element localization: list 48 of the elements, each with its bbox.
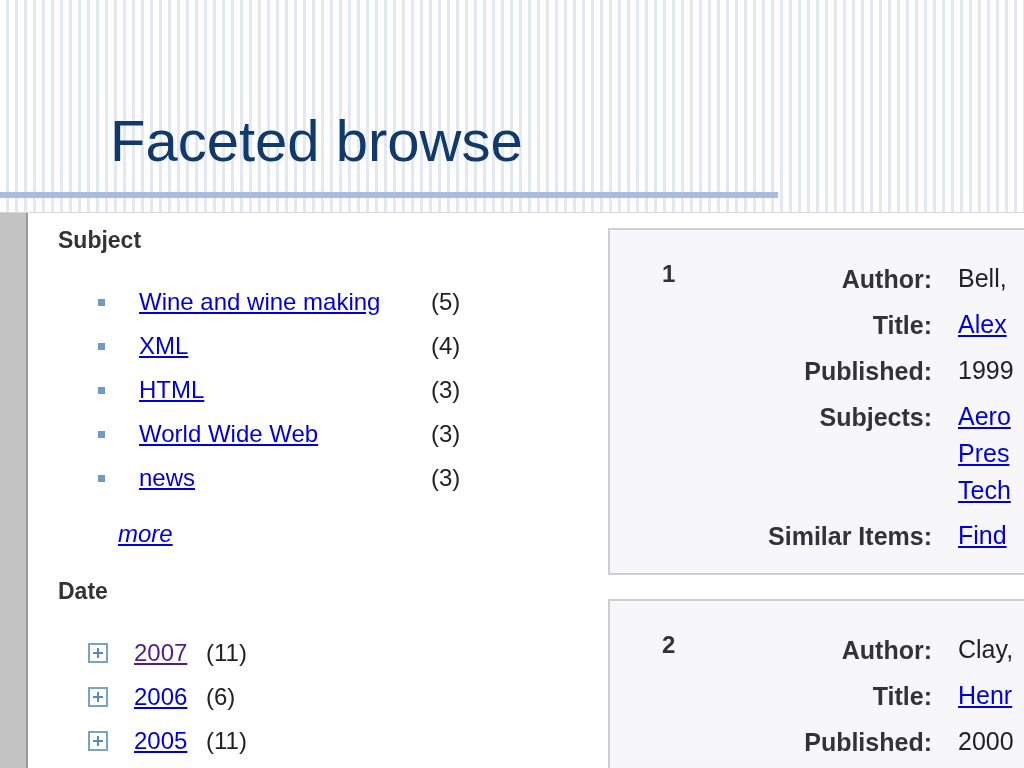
facet-count: (5) [431, 288, 461, 316]
bullet-icon [98, 342, 105, 350]
facet-link[interactable]: 2006 [134, 683, 188, 710]
result-number: 1 [662, 260, 677, 289]
facet-heading: Subject [58, 227, 143, 254]
facet-count: (11) [206, 727, 247, 755]
field-label: Author: [840, 635, 932, 666]
bullet-icon [98, 430, 105, 438]
bullet-icon [98, 474, 105, 482]
field-value: 2000 [958, 726, 1014, 757]
field-link[interactable]: Aero [958, 398, 1014, 435]
field-link[interactable]: Find [958, 517, 1014, 554]
field-link[interactable]: Tech [958, 472, 1014, 509]
expand-icon[interactable] [88, 643, 108, 663]
field-label: Title: [871, 681, 932, 712]
bullet-icon [98, 386, 105, 394]
field-label: Published: [803, 727, 932, 758]
facet-count: (3) [431, 376, 461, 404]
facet-link[interactable]: 2005 [134, 727, 188, 754]
field-value: Bell, [958, 263, 1008, 294]
facet-link[interactable]: World Wide Web [139, 420, 319, 447]
expand-icon[interactable] [88, 687, 108, 707]
facet-count: (3) [431, 464, 461, 492]
field-label: Author: [840, 264, 932, 295]
more-link[interactable]: more [118, 520, 173, 548]
facet-link[interactable]: Wine and wine making [139, 288, 381, 315]
facet-count: (11) [206, 639, 247, 667]
slide-title: Faceted browse [110, 108, 523, 174]
field-value: Clay, [958, 634, 1014, 665]
field-label: Published: [803, 356, 932, 387]
facet-link[interactable]: XML [139, 332, 189, 359]
field-label: Title: [871, 310, 932, 341]
facet-heading: Date [58, 578, 109, 605]
facet-count: (6) [206, 683, 236, 711]
facet-count: (4) [431, 332, 461, 360]
facet-link[interactable]: HTML [139, 376, 205, 403]
field-link[interactable]: Alex [958, 306, 1014, 343]
bullet-icon [98, 298, 105, 306]
field-link[interactable]: Pres [958, 435, 1014, 472]
expand-icon[interactable] [88, 731, 108, 751]
field-label: Similar Items: [767, 521, 932, 552]
field-label: Subjects: [818, 402, 932, 433]
result-number: 2 [662, 631, 677, 660]
facet-link[interactable]: news [139, 464, 196, 491]
field-value: 1999 [958, 355, 1014, 386]
facet-count: (3) [431, 420, 461, 448]
field-link[interactable]: Henr [958, 677, 1014, 714]
facet-link[interactable]: 2007 [134, 639, 188, 666]
